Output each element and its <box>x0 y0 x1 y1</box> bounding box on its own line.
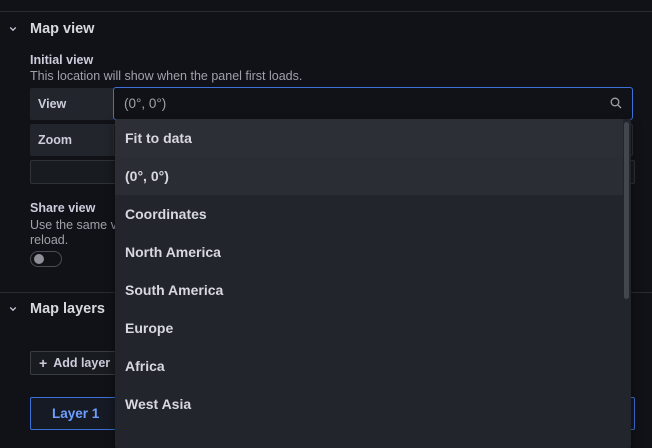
toggle-knob <box>34 254 44 264</box>
add-layer-label: Add layer <box>53 356 111 370</box>
dropdown-option[interactable]: Europe <box>115 309 623 347</box>
view-field-label: View <box>30 88 114 120</box>
map-view-section-header[interactable]: Map view <box>0 11 652 47</box>
option-label: Coordinates <box>125 206 207 222</box>
dropdown-option[interactable]: (0°, 0°) <box>115 157 623 195</box>
section-title-map-layers: Map layers <box>30 301 105 317</box>
option-label: Africa <box>125 358 165 374</box>
option-label: North America <box>125 244 221 260</box>
dropdown-option[interactable]: Coordinates <box>115 195 623 233</box>
option-label: (0°, 0°) <box>125 168 169 184</box>
share-view-description-line2: reload. <box>30 233 69 247</box>
plus-icon: + <box>39 355 48 371</box>
add-layer-button[interactable]: + Add layer <box>30 351 120 375</box>
view-select-input[interactable]: (0°, 0°) <box>113 87 633 120</box>
dropdown-option[interactable]: West Asia <box>115 385 623 423</box>
dropdown-option[interactable]: Fit to data <box>115 119 623 157</box>
option-label: Fit to data <box>125 130 192 146</box>
dropdown-option[interactable]: North America <box>115 233 623 271</box>
option-label: South America <box>125 282 224 298</box>
share-view-description-line1: Use the same v <box>30 218 117 232</box>
view-dropdown-menu[interactable]: Fit to data (0°, 0°) Coordinates North A… <box>115 119 631 448</box>
initial-view-label: Initial view <box>30 53 94 67</box>
share-view-toggle[interactable] <box>30 251 62 267</box>
dropdown-scrollbar[interactable] <box>624 122 629 299</box>
layer-name: Layer 1 <box>52 406 100 421</box>
section-title-map-view: Map view <box>30 21 95 37</box>
share-view-label: Share view <box>30 201 96 215</box>
dropdown-option[interactable]: South America <box>115 271 623 309</box>
chevron-down-icon <box>9 26 17 32</box>
initial-view-description: This location will show when the panel f… <box>30 69 303 83</box>
dropdown-option[interactable]: Africa <box>115 347 623 385</box>
search-icon <box>610 97 622 109</box>
zoom-field-label: Zoom <box>30 124 114 156</box>
view-select-value: (0°, 0°) <box>124 96 167 111</box>
option-label: West Asia <box>125 396 192 412</box>
chevron-down-icon <box>9 306 17 312</box>
option-label: Europe <box>125 320 174 336</box>
